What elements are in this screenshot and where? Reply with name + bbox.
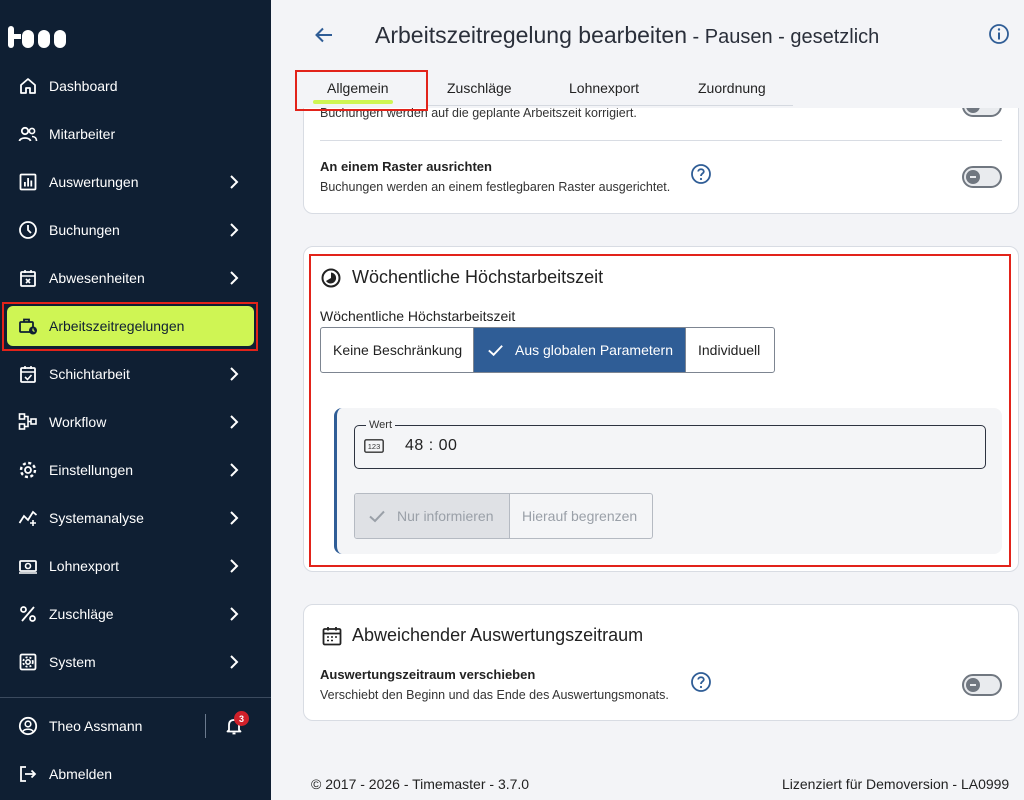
- sidebar-item-abwesenheiten[interactable]: Abwesenheiten: [0, 254, 271, 302]
- chevron-right-icon: [230, 463, 239, 477]
- money-icon: [19, 560, 37, 574]
- user-profile[interactable]: Theo Assmann: [0, 702, 200, 750]
- tab-label: Lohnexport: [569, 80, 640, 96]
- sidebar-item-einstellungen[interactable]: Einstellungen: [0, 446, 271, 494]
- raster-toggle[interactable]: [962, 166, 1002, 188]
- page-title-main: Arbeitszeitregelung bearbeiten: [375, 22, 687, 48]
- clock-icon: [19, 221, 37, 239]
- info-icon[interactable]: [988, 23, 1010, 45]
- row-divider: [320, 140, 1002, 141]
- percent-icon: [20, 606, 36, 622]
- sidebar-highlight-outline: [2, 302, 258, 351]
- sidebar-item-label: Einstellungen: [49, 462, 134, 478]
- sidebar-item-zuschlaege[interactable]: Zuschläge: [0, 590, 271, 638]
- license-text: Lizenziert für Demoversion - LA0999: [782, 776, 1010, 792]
- tab-zuordnung[interactable]: Zuordnung: [698, 80, 766, 96]
- deviating-period-card: [303, 604, 1019, 721]
- chevron-right-icon: [230, 511, 239, 525]
- tab-lohnexport[interactable]: Lohnexport: [569, 80, 639, 96]
- sidebar-item-label: Buchungen: [49, 222, 120, 238]
- workflow-icon: [18, 413, 37, 430]
- page-title: Arbeitszeitregelung bearbeiten - Pausen …: [375, 22, 879, 49]
- chevron-right-icon: [230, 223, 239, 237]
- sidebar-item-lohnexport[interactable]: Lohnexport: [0, 542, 271, 590]
- analytics-icon: [18, 510, 38, 526]
- home-icon: [20, 78, 36, 94]
- raster-row-title: An einem Raster ausrichten: [320, 159, 492, 174]
- calendar-x-icon: [20, 270, 36, 287]
- deviating-section-title: Abweichender Auswertungszeitraum: [352, 625, 644, 645]
- help-icon[interactable]: [690, 671, 712, 693]
- chevron-right-icon: [230, 367, 239, 381]
- logout-label: Abmelden: [49, 766, 113, 782]
- notification-badge: 3: [234, 711, 249, 726]
- sidebar-item-label: Mitarbeiter: [49, 126, 116, 142]
- sidebar-item-label: Schichtarbeit: [49, 366, 130, 382]
- calendar-check-icon: [20, 366, 36, 383]
- logout-button[interactable]: Abmelden: [0, 750, 271, 798]
- chevron-right-icon: [230, 175, 239, 189]
- sidebar-item-label: Lohnexport: [49, 558, 120, 574]
- sidebar-item-dashboard[interactable]: Dashboard: [0, 62, 271, 110]
- chevron-right-icon: [230, 415, 239, 429]
- user-name: Theo Assmann: [49, 718, 143, 734]
- raster-row-desc: Buchungen werden an einem festlegbaren R…: [320, 180, 671, 194]
- sidebar-item-workflow[interactable]: Workflow: [0, 398, 271, 446]
- sidebar-item-buchungen[interactable]: Buchungen: [0, 206, 271, 254]
- chevron-right-icon: [230, 655, 239, 669]
- logout-icon: [20, 766, 37, 782]
- sidebar-item-system[interactable]: System: [0, 638, 271, 686]
- sidebar-item-label: Systemanalyse: [49, 510, 144, 526]
- section-highlight-outline: [309, 254, 1011, 567]
- toggle-knob: [966, 678, 980, 692]
- sidebar-vertical-divider: [205, 714, 206, 738]
- sidebar-item-auswertungen[interactable]: Auswertungen: [0, 158, 271, 206]
- chevron-right-icon: [230, 271, 239, 285]
- system-settings-icon: [19, 653, 37, 671]
- sidebar-item-label: Workflow: [49, 414, 107, 430]
- deviating-row-desc: Verschiebt den Beginn und das Ende des A…: [320, 688, 669, 702]
- chevron-right-icon: [230, 559, 239, 573]
- help-icon[interactable]: [690, 163, 712, 185]
- sidebar-item-schichtarbeit[interactable]: Schichtarbeit: [0, 350, 271, 398]
- page-title-sub: - Pausen - gesetzlich: [686, 26, 880, 48]
- timemaster-logo[interactable]: [8, 24, 72, 50]
- toggle-knob: [966, 170, 980, 184]
- tab-highlight-outline: [295, 70, 428, 111]
- tab-zuschlaege[interactable]: Zuschläge: [447, 80, 512, 96]
- people-icon: [18, 126, 38, 142]
- account-circle-icon: [18, 716, 38, 736]
- sidebar-item-label: Dashboard: [49, 78, 118, 94]
- calendar-icon: [322, 627, 342, 646]
- copyright-text: © 2017 - 2026 - Timemaster - 3.7.0: [311, 776, 530, 792]
- gear-icon: [19, 461, 37, 479]
- sidebar-item-mitarbeiter[interactable]: Mitarbeiter: [0, 110, 271, 158]
- sidebar: Dashboard Mitarbeiter Auswertungen Buchu…: [0, 0, 271, 800]
- deviating-row-title: Auswertungszeitraum verschieben: [320, 667, 536, 682]
- sidebar-item-label: Abwesenheiten: [49, 270, 145, 286]
- bar-chart-icon: [19, 173, 37, 191]
- sidebar-item-systemanalyse[interactable]: Systemanalyse: [0, 494, 271, 542]
- tab-label: Zuordnung: [698, 80, 766, 96]
- tab-label: Zuschläge: [447, 80, 512, 96]
- sidebar-divider: [0, 697, 271, 698]
- chevron-right-icon: [230, 607, 239, 621]
- back-arrow-icon[interactable]: [313, 24, 335, 46]
- sidebar-item-label: Zuschläge: [49, 606, 114, 622]
- sidebar-item-label: System: [49, 654, 96, 670]
- sidebar-item-label: Auswertungen: [49, 174, 139, 190]
- tab-bar-line: [427, 105, 793, 106]
- deviating-toggle[interactable]: [962, 674, 1002, 696]
